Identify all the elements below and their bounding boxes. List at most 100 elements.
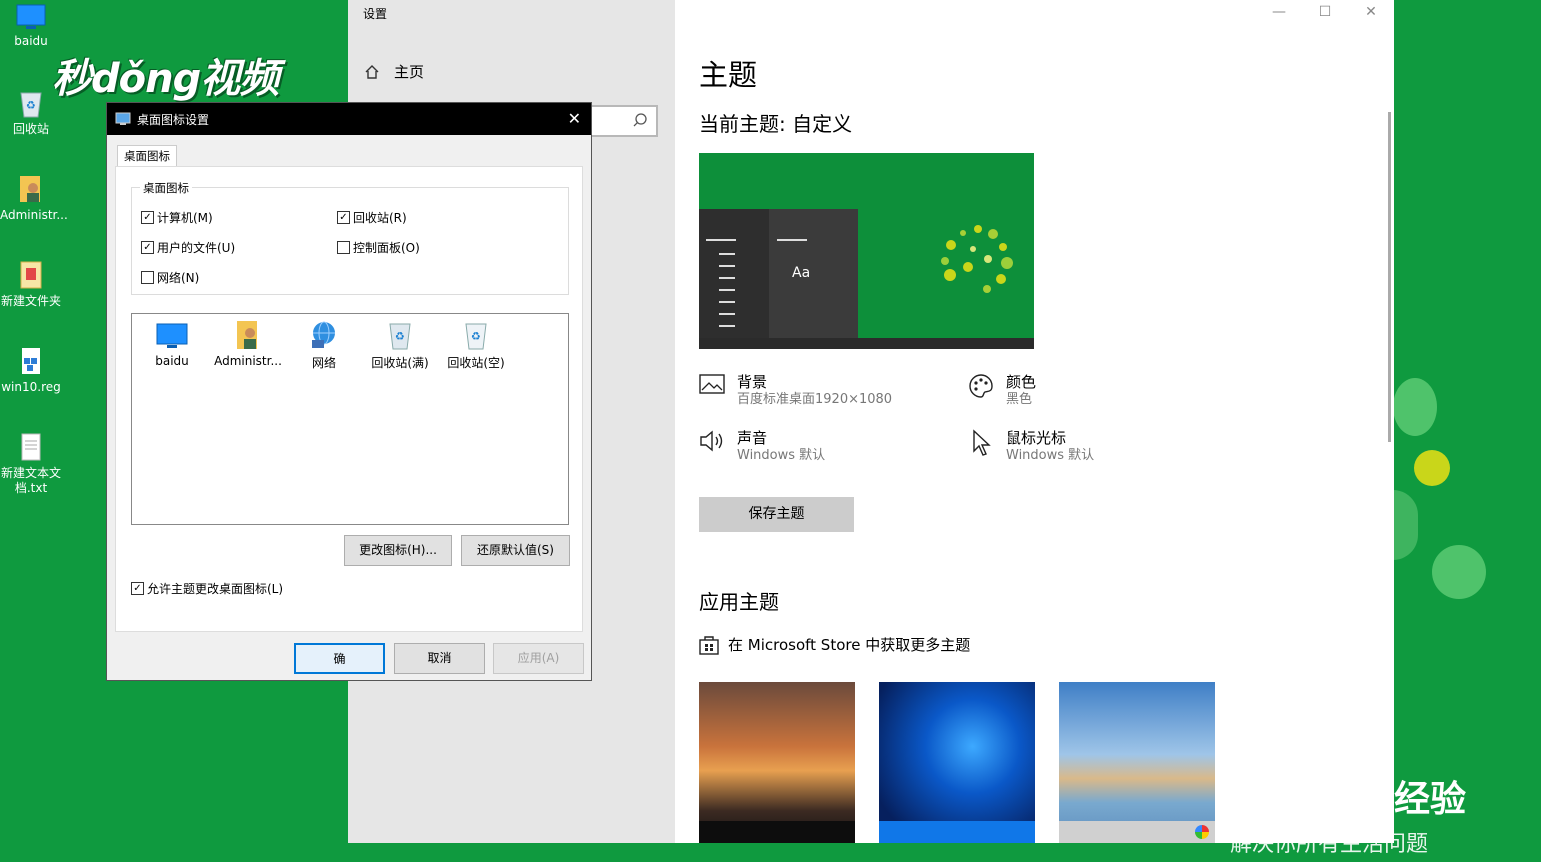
theme-thumbnail-windows[interactable] [879, 682, 1035, 843]
desktop-icon-administrator[interactable]: Administr... [0, 174, 68, 223]
preview-start-panel [699, 209, 769, 338]
checkbox-allow-theme[interactable]: ✓ 允许主题更改桌面图标(L) [131, 580, 283, 597]
color-value: 黑色 [1006, 392, 1033, 407]
preview-bar [719, 325, 735, 327]
checkbox-network[interactable]: 网络(N) [141, 269, 199, 286]
recycle-bin-icon: ♻ [20, 92, 42, 118]
monitor-icon [16, 4, 46, 29]
background-label: 背景 [737, 373, 768, 391]
checkbox-box[interactable]: ✓ [337, 211, 350, 224]
preview-bar [719, 265, 735, 267]
change-icon-button[interactable]: 更改图标(H)... [344, 535, 452, 566]
thumbnail-taskbar [1059, 821, 1215, 843]
checkbox-label: 允许主题更改桌面图标(L) [147, 582, 284, 596]
sound-value: Windows 默认 [737, 448, 826, 463]
desktop-icon-label: baidu [14, 34, 48, 48]
cancel-button[interactable]: 取消 [394, 643, 485, 674]
maximize-button[interactable]: ☐ [1302, 0, 1348, 24]
background-value: 百度标准桌面1920×1080 [737, 392, 893, 407]
checkbox-control-panel[interactable]: 控制面板(O) [337, 239, 420, 256]
checkbox-user-files[interactable]: ✓ 用户的文件(U) [141, 239, 235, 256]
list-item[interactable]: baidu [134, 320, 210, 368]
close-icon[interactable]: ✕ [568, 109, 581, 128]
decor-circle [1414, 450, 1450, 486]
checkbox-recycle-bin[interactable]: ✓ 回收站(R) [337, 209, 407, 226]
preview-bar [719, 313, 735, 315]
preview-taskbar [699, 338, 1034, 349]
palette-icon [969, 374, 993, 398]
scrollbar[interactable] [1388, 112, 1391, 442]
list-item[interactable]: ♻ 回收站(空) [438, 320, 514, 371]
svg-text:♻: ♻ [471, 330, 481, 343]
desktop-icon-win10-reg[interactable]: win10.reg [0, 346, 62, 395]
home-icon [365, 64, 379, 79]
search-icon [633, 113, 647, 127]
desktop-icon-new-folder[interactable]: 新建文件夹 [0, 260, 62, 309]
decor-circle [1393, 378, 1437, 436]
list-item[interactable]: Administr... [210, 320, 286, 368]
color-setting[interactable]: 颜色 黑色 [968, 373, 1036, 409]
checkbox-computer[interactable]: ✓ 计算机(M) [141, 209, 213, 226]
checkbox-label: 控制面板(O) [353, 241, 420, 255]
preview-bar [719, 289, 735, 291]
svg-text:♻: ♻ [395, 330, 405, 343]
checkbox-label: 网络(N) [157, 271, 200, 285]
color-label: 颜色 [1006, 373, 1037, 391]
video-watermark-logo: 秒dǒng视频 [52, 56, 279, 102]
apply-button[interactable]: 应用(A) [493, 643, 584, 674]
user-folder-icon [20, 176, 40, 202]
checkbox-label: 用户的文件(U) [157, 241, 236, 255]
nav-home-link[interactable]: 主页 [364, 61, 424, 82]
color-wheel-icon [1195, 825, 1209, 839]
tab-desktop-icons[interactable]: 桌面图标 [117, 145, 177, 167]
desktop-icon-label: 新建文件夹 [0, 294, 61, 308]
desktop-icon-settings-dialog: 桌面图标设置 ✕ 桌面图标 桌面图标 ✓ 计算机(M) ✓ 回收站(R) ✓ 用户的文… [106, 102, 592, 681]
preview-sample-text: Aa [792, 265, 811, 281]
desktop-icon-baidu[interactable]: baidu [0, 4, 62, 49]
store-link[interactable]: 在 Microsoft Store 中获取更多主题 [699, 634, 970, 655]
desktop-icon-label: win10.reg [1, 380, 61, 394]
save-theme-button[interactable]: 保存主题 [699, 497, 854, 532]
window-title: 设置 [363, 7, 388, 21]
theme-preview: Aa [699, 153, 1034, 349]
apply-theme-heading: 应用主题 [699, 590, 779, 614]
ok-button[interactable]: 确 [294, 643, 385, 674]
preview-bar [719, 301, 735, 303]
monitor-icon [156, 323, 188, 348]
speaker-icon [700, 430, 723, 452]
recycle-bin-full-icon: ♻ [389, 323, 411, 350]
cursor-setting[interactable]: 鼠标光标 Windows 默认 [968, 429, 1094, 465]
sound-setting[interactable]: 声音 Windows 默认 [699, 429, 825, 465]
desktop-icon-label: 新建文本文档.txt [0, 466, 61, 495]
preview-bar [706, 239, 736, 241]
desktop-icons-group: 桌面图标 ✓ 计算机(M) ✓ 回收站(R) ✓ 用户的文件(U) 控制面板(O) 网… [131, 180, 569, 295]
list-item[interactable]: ♻ 回收站(满) [362, 320, 438, 371]
theme-thumbnail-beach[interactable] [1059, 682, 1215, 843]
close-button[interactable]: ✕ [1348, 0, 1394, 24]
desktop-icon-new-text-file[interactable]: 新建文本文档.txt [0, 432, 62, 496]
list-item[interactable]: 网络 [286, 320, 362, 371]
group-legend: 桌面图标 [140, 180, 192, 196]
list-item-label: 回收站(空) [447, 356, 505, 370]
current-theme-heading: 当前主题: 自定义 [699, 112, 853, 136]
checkbox-box[interactable] [337, 241, 350, 254]
preview-bar [777, 239, 807, 241]
restore-default-button[interactable]: 还原默认值(S) [461, 535, 570, 566]
background-setting[interactable]: 背景 百度标准桌面1920×1080 [699, 373, 892, 409]
checkbox-box[interactable] [141, 271, 154, 284]
user-folder-icon [237, 321, 257, 349]
checkbox-label: 计算机(M) [157, 211, 213, 225]
theme-thumbnail-sunset[interactable] [699, 682, 855, 843]
list-item-label: 回收站(满) [371, 356, 429, 370]
checkbox-box[interactable]: ✓ [141, 241, 154, 254]
nav-home-label: 主页 [394, 63, 425, 81]
decor-circle [1432, 545, 1486, 599]
minimize-button[interactable]: — [1256, 0, 1302, 24]
checkbox-box[interactable]: ✓ [141, 211, 154, 224]
list-item-label: 网络 [311, 356, 336, 370]
dialog-titlebar[interactable]: 桌面图标设置 ✕ [107, 103, 591, 135]
page-title: 主题 [699, 58, 758, 92]
desktop-icon-label: 回收站 [12, 122, 49, 136]
checkbox-box[interactable]: ✓ [131, 582, 144, 595]
corner-watermark: 经验 [1394, 779, 1467, 820]
